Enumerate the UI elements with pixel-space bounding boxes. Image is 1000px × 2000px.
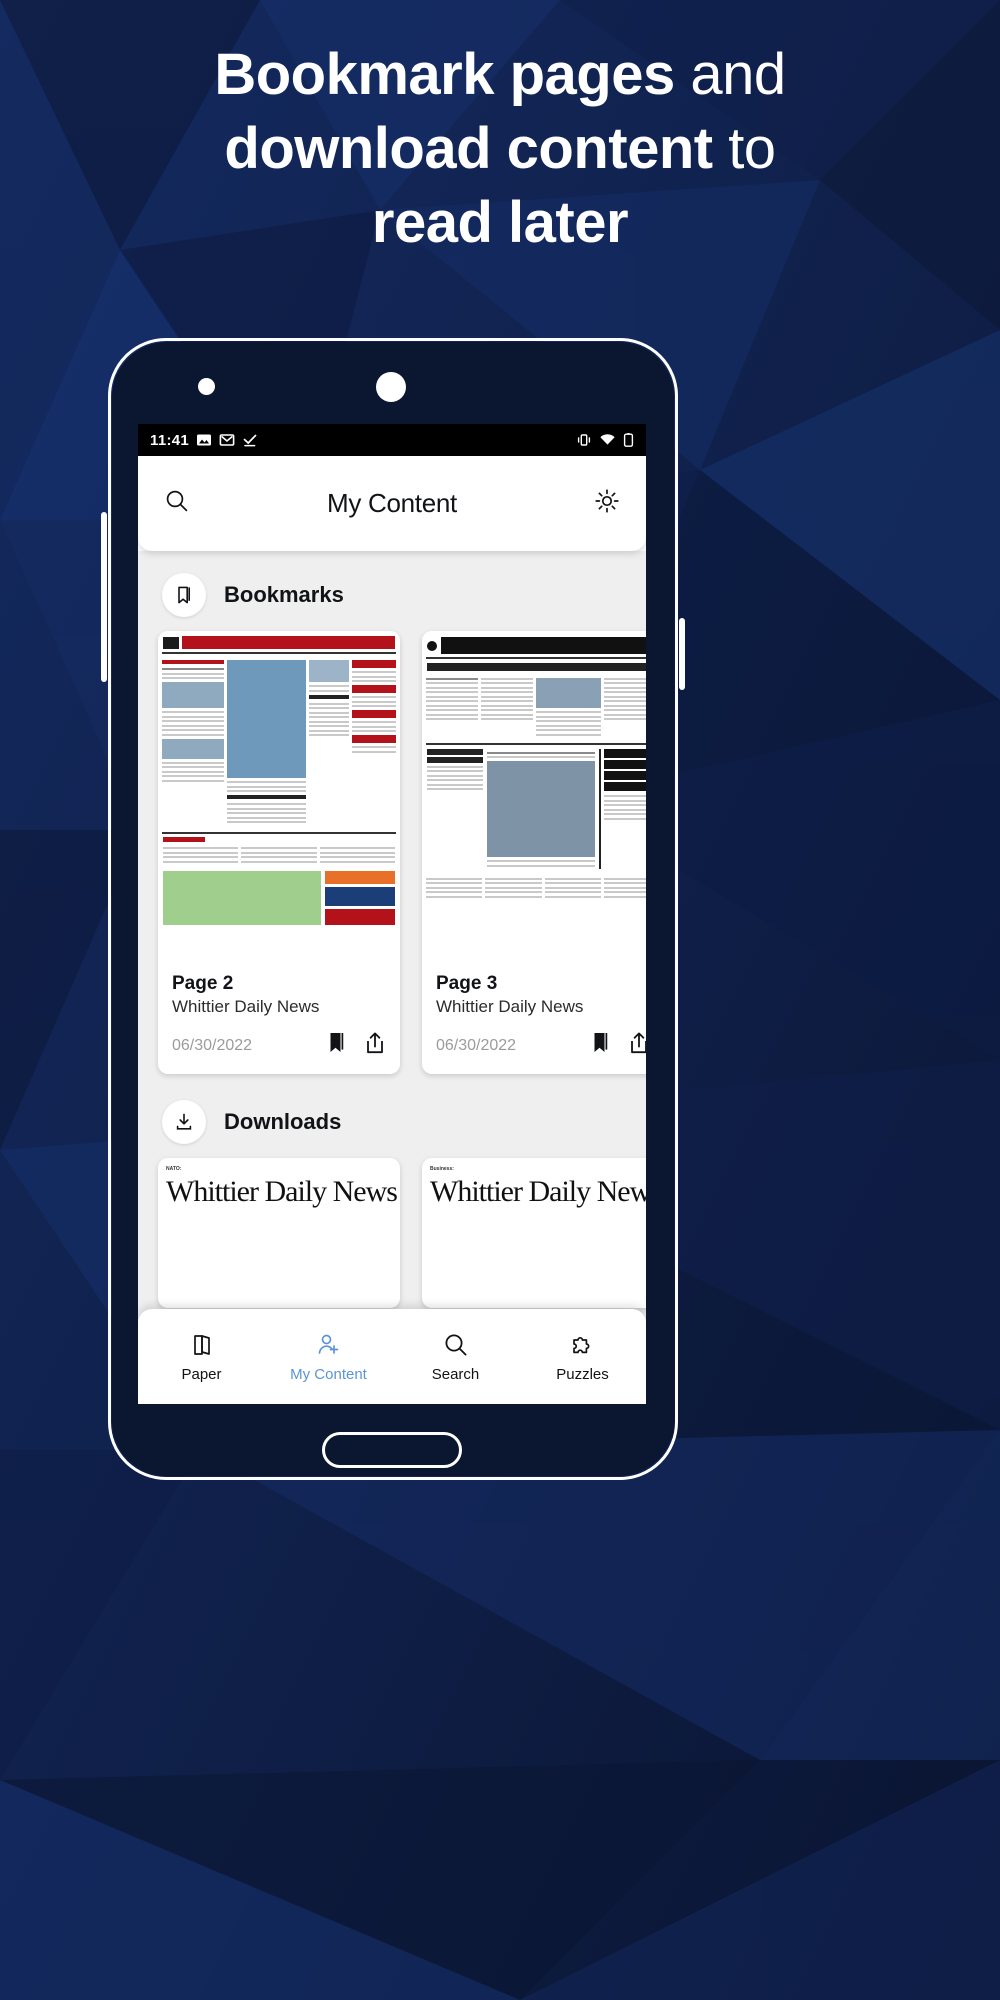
tab-label: Puzzles: [556, 1365, 609, 1383]
phone-home-indicator: [322, 1432, 462, 1468]
app-bar-title: My Content: [327, 488, 457, 518]
tab-label: Paper: [181, 1365, 222, 1383]
paper-icon: [193, 1334, 210, 1355]
bookmark-filled-icon[interactable]: [590, 1031, 612, 1060]
headline-line-1: Bookmark pages and: [0, 38, 1000, 112]
phone-front-camera: [376, 372, 406, 402]
phone-sensor-dot: [198, 378, 215, 395]
gear-icon[interactable]: [594, 488, 620, 519]
headline-line2-light: to: [712, 116, 776, 181]
bookmarks-card-row: Page 2 Whittier Daily News 06/30/2022 Pa…: [138, 631, 646, 1074]
gmail-icon: [219, 434, 235, 446]
download-masthead: Whittier Daily News: [430, 1175, 646, 1208]
download-masthead: Whittier Daily News: [166, 1175, 398, 1208]
checkmark-icon: [243, 434, 257, 447]
tab-label: My Content: [290, 1365, 367, 1383]
status-time: 11:41: [150, 431, 190, 449]
download-kicker: NATO:: [166, 1166, 182, 1172]
section-label-bookmarks: Bookmarks: [224, 582, 344, 607]
section-label-downloads: Downloads: [224, 1109, 342, 1134]
card-date: 06/30/2022: [436, 1036, 517, 1054]
my-content-icon: [318, 1334, 338, 1354]
download-card[interactable]: NATO: Whittier Daily News: [158, 1158, 400, 1308]
phone-side-button-right[interactable]: [679, 618, 685, 690]
headline-line2-bold: download content: [224, 116, 713, 181]
bookmark-card[interactable]: Page 3 Whittier Daily News 06/30/2022: [422, 631, 646, 1074]
headline-line-2: download content to: [0, 112, 1000, 186]
status-bar: 11:41: [138, 424, 646, 456]
tab-paper[interactable]: Paper: [138, 1331, 265, 1383]
card-date: 06/30/2022: [172, 1036, 253, 1054]
share-icon[interactable]: [364, 1031, 386, 1060]
search-icon: [445, 1334, 466, 1355]
bottom-navigation: Paper My Content Search Puzzles: [138, 1309, 646, 1404]
section-header-downloads: Downloads: [138, 1074, 646, 1158]
headline-line1-bold: Bookmark pages: [214, 42, 675, 107]
headline-line3-light: read later: [371, 190, 629, 255]
section-header-bookmarks: Bookmarks: [138, 551, 646, 631]
bookmark-card[interactable]: Page 2 Whittier Daily News 06/30/2022: [158, 631, 400, 1074]
content-scroll-area[interactable]: Bookmarks Page 2 Whittier Daily News 06/…: [138, 551, 646, 1404]
download-card[interactable]: Business: Whittier Daily News: [422, 1158, 646, 1308]
card-title: Page 3: [436, 973, 498, 994]
downloads-card-row: NATO: Whittier Daily News Business: Whit…: [138, 1158, 646, 1308]
page-thumbnail[interactable]: [158, 631, 400, 961]
tab-label: Search: [431, 1365, 480, 1383]
card-subtitle: Whittier Daily News: [436, 997, 584, 1016]
photos-icon: [197, 434, 212, 446]
card-title: Page 2: [172, 973, 234, 994]
page-thumbnail[interactable]: [422, 631, 646, 961]
share-icon[interactable]: [628, 1031, 646, 1060]
headline-line1-light: and: [674, 42, 786, 107]
headline-line-3: read later: [0, 186, 1000, 260]
tab-search[interactable]: Search: [392, 1331, 519, 1383]
wifi-icon: [600, 434, 615, 445]
app-bar: My Content: [138, 456, 646, 551]
tab-my-content[interactable]: My Content: [265, 1331, 392, 1383]
download-icon: [162, 1100, 206, 1144]
search-icon[interactable]: [164, 488, 190, 519]
vibrate-icon: [577, 434, 591, 446]
download-kicker: Business:: [430, 1166, 454, 1172]
puzzles-icon: [572, 1336, 589, 1353]
phone-side-button-left[interactable]: [101, 512, 107, 682]
bookmark-icon: [162, 573, 206, 617]
page-title: Bookmark pages and download content to r…: [0, 38, 1000, 260]
battery-icon: [623, 433, 634, 447]
tab-puzzles[interactable]: Puzzles: [519, 1331, 646, 1383]
phone-screen: 11:41 My Content Bookmarks Page 2 Whitti…: [138, 424, 646, 1404]
card-subtitle: Whittier Daily News: [172, 997, 320, 1016]
bookmark-filled-icon[interactable]: [326, 1031, 348, 1060]
